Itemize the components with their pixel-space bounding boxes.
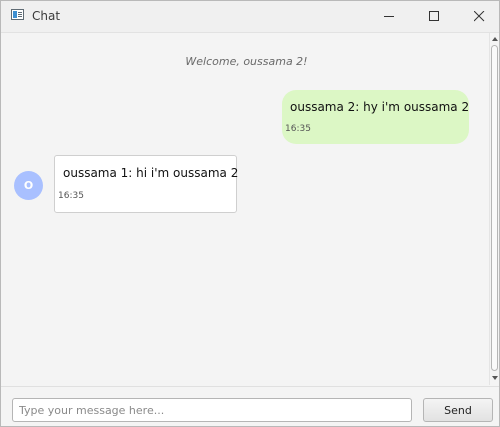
vertical-scrollbar[interactable]	[489, 33, 499, 385]
minimize-button[interactable]	[366, 1, 412, 32]
window-title: Chat	[32, 9, 61, 23]
maximize-button[interactable]	[411, 1, 457, 32]
composer-bar: Send	[1, 386, 499, 426]
maximize-icon	[429, 11, 439, 21]
message-text: oussama 2: hy i'm oussama 2	[290, 100, 470, 114]
scroll-thumb[interactable]	[491, 45, 498, 371]
chat-window: Chat Welcome, oussama 2! oussama 2: hy i…	[0, 0, 500, 427]
close-icon	[474, 11, 485, 22]
scroll-down-icon[interactable]	[492, 376, 498, 380]
close-button[interactable]	[456, 1, 499, 32]
avatar: O	[14, 171, 43, 200]
scroll-up-icon[interactable]	[492, 37, 498, 41]
outgoing-message-bubble: oussama 2: hy i'm oussama 2 16:35	[282, 90, 469, 144]
welcome-message: Welcome, oussama 2!	[185, 55, 308, 68]
message-time: 16:35	[58, 191, 84, 201]
chat-messages-area[interactable]: Welcome, oussama 2! oussama 2: hy i'm ou…	[4, 33, 489, 385]
message-time: 16:35	[285, 124, 311, 134]
message-input[interactable]	[12, 398, 412, 422]
send-button[interactable]: Send	[423, 398, 493, 422]
incoming-message-bubble: oussama 1: hi i'm oussama 2 16:35	[54, 155, 239, 213]
minimize-icon	[384, 16, 394, 17]
title-bar[interactable]: Chat	[1, 1, 499, 33]
app-window-icon	[11, 9, 24, 20]
message-text: oussama 1: hi i'm oussama 2	[63, 166, 239, 180]
